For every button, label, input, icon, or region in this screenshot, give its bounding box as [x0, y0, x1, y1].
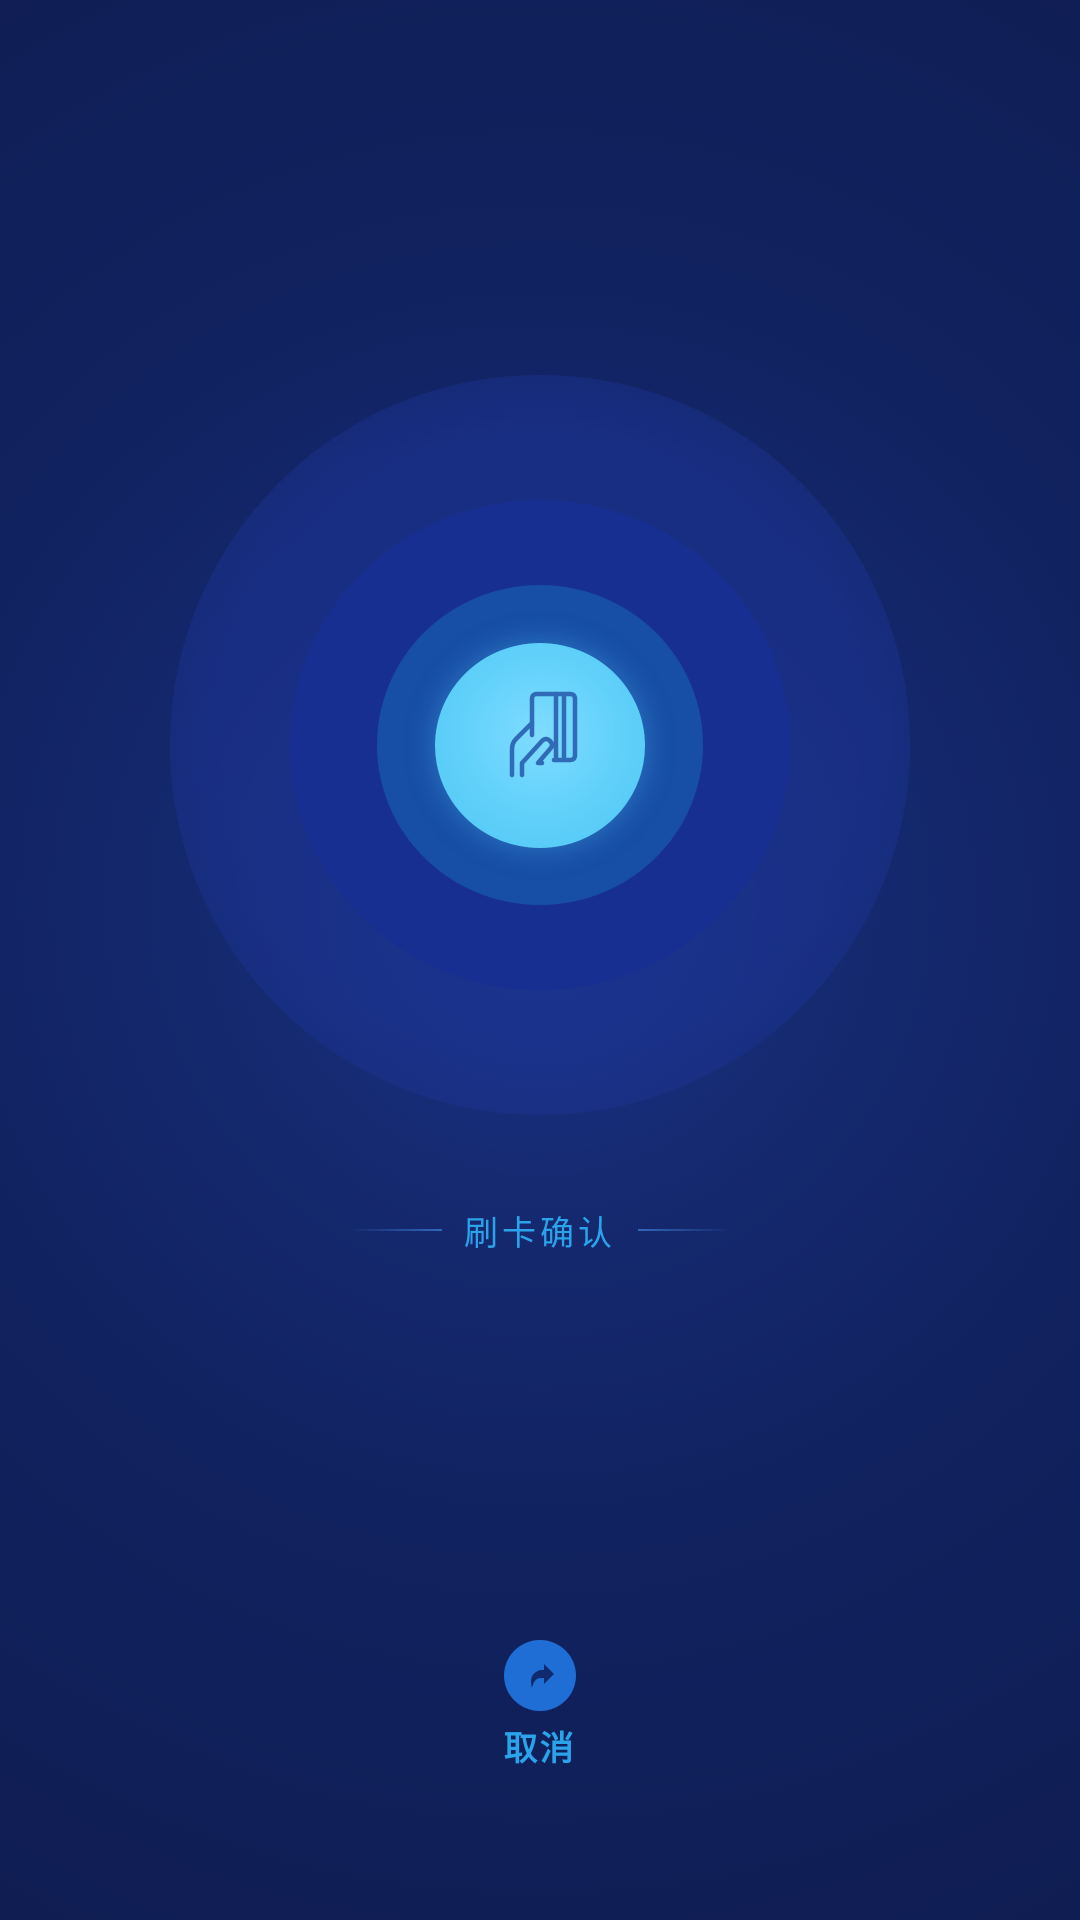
cancel-label[interactable]: 取消 — [504, 1721, 576, 1770]
cancel-button[interactable]: 取消 — [480, 1640, 600, 1770]
label-divider-right — [638, 1229, 733, 1231]
forward-arrow-icon — [531, 1663, 554, 1688]
swipe-confirm-text: 刷卡确认 — [464, 1213, 616, 1254]
swipe-card-screen: 刷卡确认 取消 — [0, 0, 1080, 1920]
swipe-confirm-label: 刷卡确认 — [340, 1205, 740, 1255]
hand-holding-card-icon — [509, 691, 578, 778]
cancel-circle[interactable] — [504, 1640, 576, 1711]
label-divider-left — [347, 1229, 442, 1231]
